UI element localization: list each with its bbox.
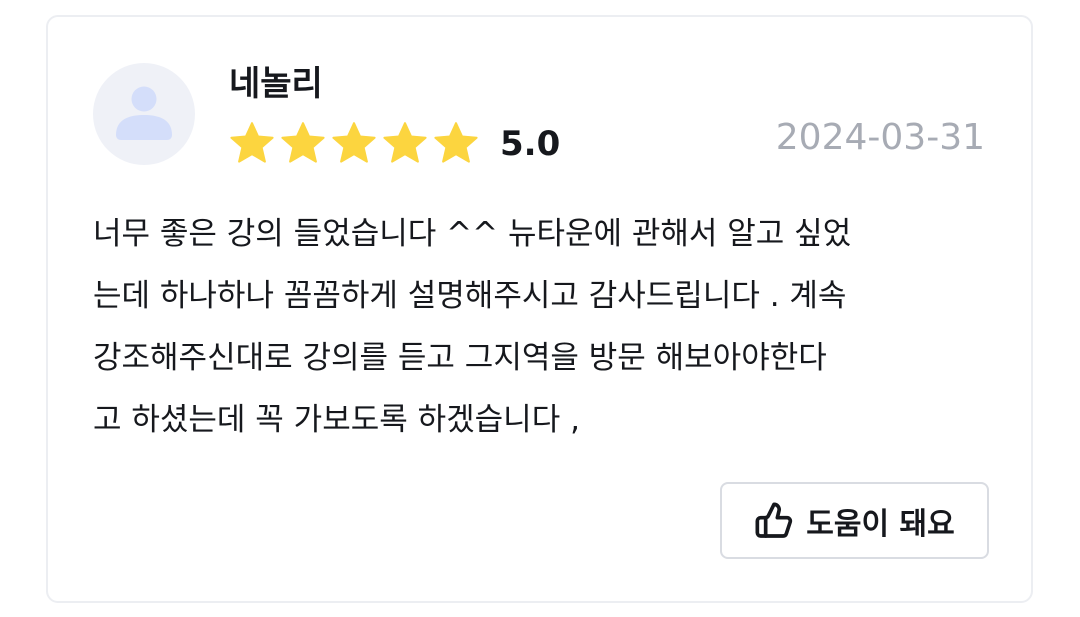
avatar [93, 63, 195, 165]
helpful-button-label: 도움이 돼요 [806, 506, 955, 542]
review-content-line: 고 하셨는데 꼭 가보도록 하겠습니다 , [93, 402, 580, 438]
star-icon [434, 122, 478, 163]
reviewer-name: 네놀리 [229, 64, 323, 104]
rating-score: 5.0 [500, 124, 561, 164]
review-date: 2024-03-31 [775, 117, 985, 158]
review-content: 너무 좋은 강의 들었습니다 ^^ 뉴타운에 관해서 알고 싶었 는데 하나하나… [93, 203, 993, 451]
review-content-line: 너무 좋은 강의 들었습니다 ^^ 뉴타운에 관해서 알고 싶었 [93, 216, 852, 252]
helpful-button[interactable]: 도움이 돼요 [720, 482, 989, 559]
review-card: 네놀리 5.0 2024-03-31 너무 좋은 강의 들었습니다 ^^ 뉴타운… [46, 15, 1033, 603]
star-icon [332, 122, 376, 163]
review-content-line: 는데 하나하나 꼼꼼하게 설명해주시고 감사드립니다 . 계속 [93, 278, 847, 314]
star-icon [383, 122, 427, 163]
star-rating [228, 120, 483, 168]
star-icon [230, 122, 274, 163]
star-icon [281, 122, 325, 163]
thumbs-up-icon [755, 501, 793, 538]
review-content-line: 강조해주신대로 강의를 듣고 그지역을 방문 해보아야한다 [93, 340, 827, 376]
user-avatar-icon [116, 86, 172, 140]
